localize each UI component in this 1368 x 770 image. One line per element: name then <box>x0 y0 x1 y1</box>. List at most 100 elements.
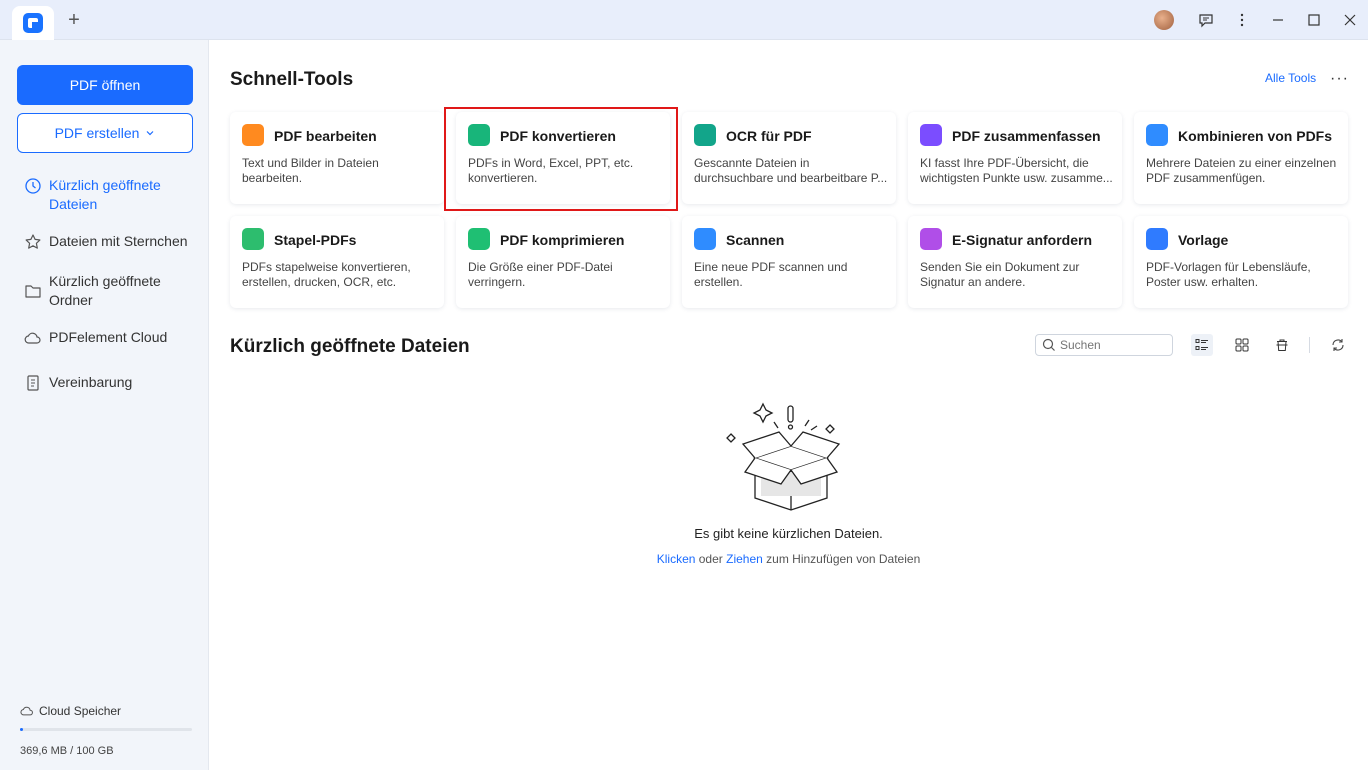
storage-progress-bar <box>20 728 192 731</box>
minimize-icon[interactable] <box>1260 0 1296 40</box>
hint-rest: zum Hinzufügen von Dateien <box>762 552 921 566</box>
list-view-button[interactable] <box>1191 334 1213 356</box>
tool-card-desc-line: Mehrere Dateien zu einer einzelnen <box>1146 156 1337 170</box>
tool-card-desc-line: PDFs stapelweise konvertieren, <box>242 260 411 274</box>
more-options-icon[interactable]: ··· <box>1330 70 1349 88</box>
new-tab-plus-icon[interactable]: + <box>64 10 84 30</box>
grid-view-icon <box>1235 338 1249 352</box>
tool-card-title: PDF zusammenfassen <box>952 128 1101 144</box>
star-icon <box>25 234 41 249</box>
search-icon <box>1042 338 1055 351</box>
drag-link[interactable]: Ziehen <box>726 552 763 566</box>
sidebar-item-label: Kürzlich geöffnete Ordner <box>49 273 161 308</box>
storage-title: Cloud Speicher <box>20 704 192 718</box>
open-pdf-button[interactable]: PDF öffnen <box>17 65 193 105</box>
maximize-icon[interactable] <box>1296 0 1332 40</box>
batch-icon <box>242 228 264 250</box>
cloud-icon <box>24 332 41 344</box>
app-tab[interactable] <box>12 6 54 40</box>
document-icon <box>27 375 39 391</box>
tool-card-desc-line: bearbeiten. <box>242 171 303 185</box>
title-bar: + <box>0 0 1368 40</box>
sidebar-item-label: Dateien mit Sternchen <box>49 233 188 249</box>
template-icon <box>1146 228 1168 250</box>
tool-card-title: Vorlage <box>1178 232 1229 248</box>
window-controls <box>1154 0 1368 40</box>
edit-pdf-icon <box>242 124 264 146</box>
refresh-icon <box>1332 339 1344 351</box>
tool-card-title: PDF komprimieren <box>500 232 625 248</box>
tool-card-desc-line: Gescannte Dateien in <box>694 156 810 170</box>
tool-card-desc-line: PDF-Vorlagen für Lebensläufe, <box>1146 260 1311 274</box>
search-input[interactable] <box>1060 338 1168 352</box>
tool-card-title: Kombinieren von PDFs <box>1178 128 1333 144</box>
tool-card-title: Scannen <box>726 232 785 248</box>
sidebar-item-agreement[interactable]: Vereinbarung <box>0 369 209 396</box>
tool-card-edit-pdf[interactable]: PDF bearbeiten Text und Bilder in Dateien… <box>230 112 444 204</box>
search-box[interactable] <box>1035 334 1173 356</box>
delete-button[interactable] <box>1271 334 1293 356</box>
create-pdf-label: PDF erstellen <box>54 125 140 141</box>
compress-icon <box>468 228 490 250</box>
create-pdf-button[interactable]: PDF erstellen <box>17 113 193 153</box>
sidebar-item-recent-files[interactable]: Kürzlich geöffnete Dateien <box>0 172 209 218</box>
tool-card-description: Die Größe einer PDF-Datei verringern. <box>468 260 664 290</box>
empty-state-hint: Klicken oder Ziehen zum Hinzufügen von D… <box>209 552 1368 566</box>
storage-value: 369,6 MB / 100 GB <box>20 745 114 757</box>
tool-card-desc-line: verringern. <box>468 275 526 289</box>
click-link[interactable]: Klicken <box>657 552 696 566</box>
more-menu-icon[interactable] <box>1224 0 1260 40</box>
tool-card-desc-line: PDF zusammenfügen. <box>1146 171 1266 185</box>
highlight-box <box>444 107 678 211</box>
folder-icon <box>25 285 41 298</box>
tool-card-description: PDFs stapelweise konvertieren, erstellen,… <box>242 260 438 290</box>
tool-card-desc-line: KI fasst Ihre PDF-Übersicht, die <box>920 156 1089 170</box>
tool-card-title: OCR für PDF <box>726 128 812 144</box>
pdfelement-logo-icon <box>23 13 43 33</box>
tool-card-desc-line: Poster usw. erhalten. <box>1146 275 1259 289</box>
list-view-icon <box>1195 339 1208 350</box>
cloud-icon <box>20 706 33 716</box>
tool-card-esign[interactable]: E-Signatur anfordern Senden Sie ein Dokum… <box>908 216 1122 308</box>
combine-icon <box>1146 124 1168 146</box>
tool-card-desc-line: erstellen. <box>694 275 743 289</box>
summarize-icon <box>920 124 942 146</box>
storage-progress-fill <box>20 728 24 731</box>
tool-card-description: KI fasst Ihre PDF-Übersicht, die wichtigs… <box>920 156 1116 186</box>
storage-title-label: Cloud Speicher <box>39 704 122 718</box>
sidebar-item-recent-folders[interactable]: Kürzlich geöffnete Ordner <box>0 268 209 314</box>
tool-card-batch[interactable]: Stapel-PDFs PDFs stapelweise konvertieren… <box>230 216 444 308</box>
tool-card-title: Stapel-PDFs <box>274 232 357 248</box>
esign-icon <box>920 228 942 250</box>
tool-card-desc-line: Text und Bilder in Dateien <box>242 156 379 170</box>
sidebar-item-starred[interactable]: Dateien mit Sternchen <box>0 228 209 255</box>
open-pdf-label: PDF öffnen <box>69 77 141 93</box>
sidebar: PDF öffnen PDF erstellen Kürzlich geöffn… <box>0 40 209 770</box>
sidebar-item-label: Kürzlich geöffnete Dateien <box>49 177 161 212</box>
tool-card-desc-line: durchsuchbare und bearbeitbare P... <box>694 171 888 185</box>
tool-card-ocr[interactable]: OCR für PDF Gescannte Dateien in durchsuch… <box>682 112 896 204</box>
all-tools-link[interactable]: Alle Tools <box>1265 71 1316 85</box>
quick-tools-title: Schnell-Tools <box>230 69 354 90</box>
tool-card-combine[interactable]: Kombinieren von PDFs Mehrere Dateien zu e… <box>1134 112 1348 204</box>
tool-card-scan[interactable]: Scannen Eine neue PDF scannen und erstelle… <box>682 216 896 308</box>
scan-icon <box>694 228 716 250</box>
empty-box-illustration <box>726 402 841 511</box>
tool-card-desc-line: Signatur an andere. <box>920 275 1026 289</box>
sidebar-item-label: PDFelement Cloud <box>49 329 168 345</box>
tool-card-summarize[interactable]: PDF zusammenfassen KI fasst Ihre PDF-Über… <box>908 112 1122 204</box>
clock-icon <box>25 178 41 194</box>
avatar[interactable] <box>1154 10 1174 30</box>
tool-card-desc-line: Senden Sie ein Dokument zur <box>920 260 1080 274</box>
cloud-storage-info: Cloud Speicher 369,6 MB / 100 GB <box>20 704 192 757</box>
tool-card-description: Text und Bilder in Dateien bearbeiten. <box>242 156 438 186</box>
tool-card-template[interactable]: Vorlage PDF-Vorlagen für Lebensläufe, Post… <box>1134 216 1348 308</box>
main-content: Schnell-Tools Alle Tools ··· PDF bearbei… <box>209 40 1368 770</box>
tool-card-compress[interactable]: PDF komprimieren Die Größe einer PDF-Date… <box>456 216 670 308</box>
sidebar-item-cloud[interactable]: PDFelement Cloud <box>0 324 209 351</box>
tool-card-title: E-Signatur anfordern <box>952 232 1093 248</box>
grid-view-button[interactable] <box>1231 334 1253 356</box>
close-icon[interactable] <box>1332 0 1368 40</box>
refresh-button[interactable] <box>1327 334 1349 356</box>
feedback-icon[interactable] <box>1188 0 1224 40</box>
